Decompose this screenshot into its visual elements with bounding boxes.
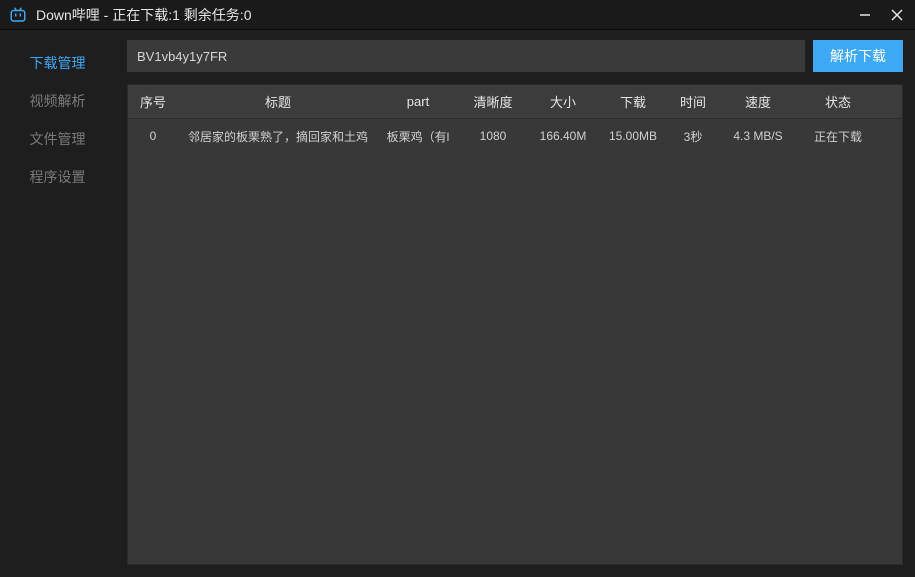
sidebar-item-label: 文件管理 [30, 129, 86, 149]
parse-download-button[interactable]: 解析下载 [813, 40, 903, 72]
app-icon [8, 5, 28, 25]
header-part[interactable]: part [378, 94, 458, 109]
window-controls [855, 5, 907, 25]
search-row: 解析下载 [127, 40, 903, 72]
cell-size: 166.40M [528, 129, 598, 143]
sidebar: 下载管理 视频解析 文件管理 程序设置 [0, 30, 115, 577]
table-row[interactable]: 0 邻居家的板栗熟了，摘回家和土鸡 板栗鸡（有l 1080 166.40M 15… [128, 119, 902, 153]
sidebar-item-label: 视频解析 [30, 91, 86, 111]
cell-seq: 0 [128, 129, 178, 143]
cell-speed: 4.3 MB/S [718, 129, 798, 143]
titlebar: Down哔哩 - 正在下载:1 剩余任务:0 [0, 0, 915, 30]
sidebar-item-download-manage[interactable]: 下载管理 [0, 44, 115, 82]
cell-status: 正在下载 [798, 128, 878, 145]
header-status[interactable]: 状态 [798, 92, 878, 111]
header-title[interactable]: 标题 [178, 92, 378, 111]
cell-quality: 1080 [458, 129, 528, 143]
minimize-button[interactable] [855, 5, 875, 25]
header-quality[interactable]: 清晰度 [458, 92, 528, 111]
header-download[interactable]: 下载 [598, 92, 668, 111]
cell-time: 3秒 [668, 128, 718, 145]
window-title: Down哔哩 - 正在下载:1 剩余任务:0 [36, 5, 855, 25]
sidebar-item-label: 下载管理 [30, 53, 86, 73]
cell-title: 邻居家的板栗熟了，摘回家和土鸡 [178, 128, 378, 145]
content-area: 解析下载 序号 标题 part 清晰度 大小 下载 时间 速度 状态 0 邻居家… [115, 30, 915, 577]
header-size[interactable]: 大小 [528, 92, 598, 111]
header-seq[interactable]: 序号 [128, 92, 178, 111]
table-header: 序号 标题 part 清晰度 大小 下载 时间 速度 状态 [128, 85, 902, 119]
sidebar-item-settings[interactable]: 程序设置 [0, 158, 115, 196]
url-input[interactable] [127, 40, 805, 72]
sidebar-item-video-parse[interactable]: 视频解析 [0, 82, 115, 120]
cell-download: 15.00MB [598, 129, 668, 143]
download-table: 序号 标题 part 清晰度 大小 下载 时间 速度 状态 0 邻居家的板栗熟了… [127, 84, 903, 565]
header-time[interactable]: 时间 [668, 92, 718, 111]
sidebar-item-label: 程序设置 [30, 167, 86, 187]
header-speed[interactable]: 速度 [718, 92, 798, 111]
cell-part: 板栗鸡（有l [378, 128, 458, 145]
close-button[interactable] [887, 5, 907, 25]
sidebar-item-file-manage[interactable]: 文件管理 [0, 120, 115, 158]
